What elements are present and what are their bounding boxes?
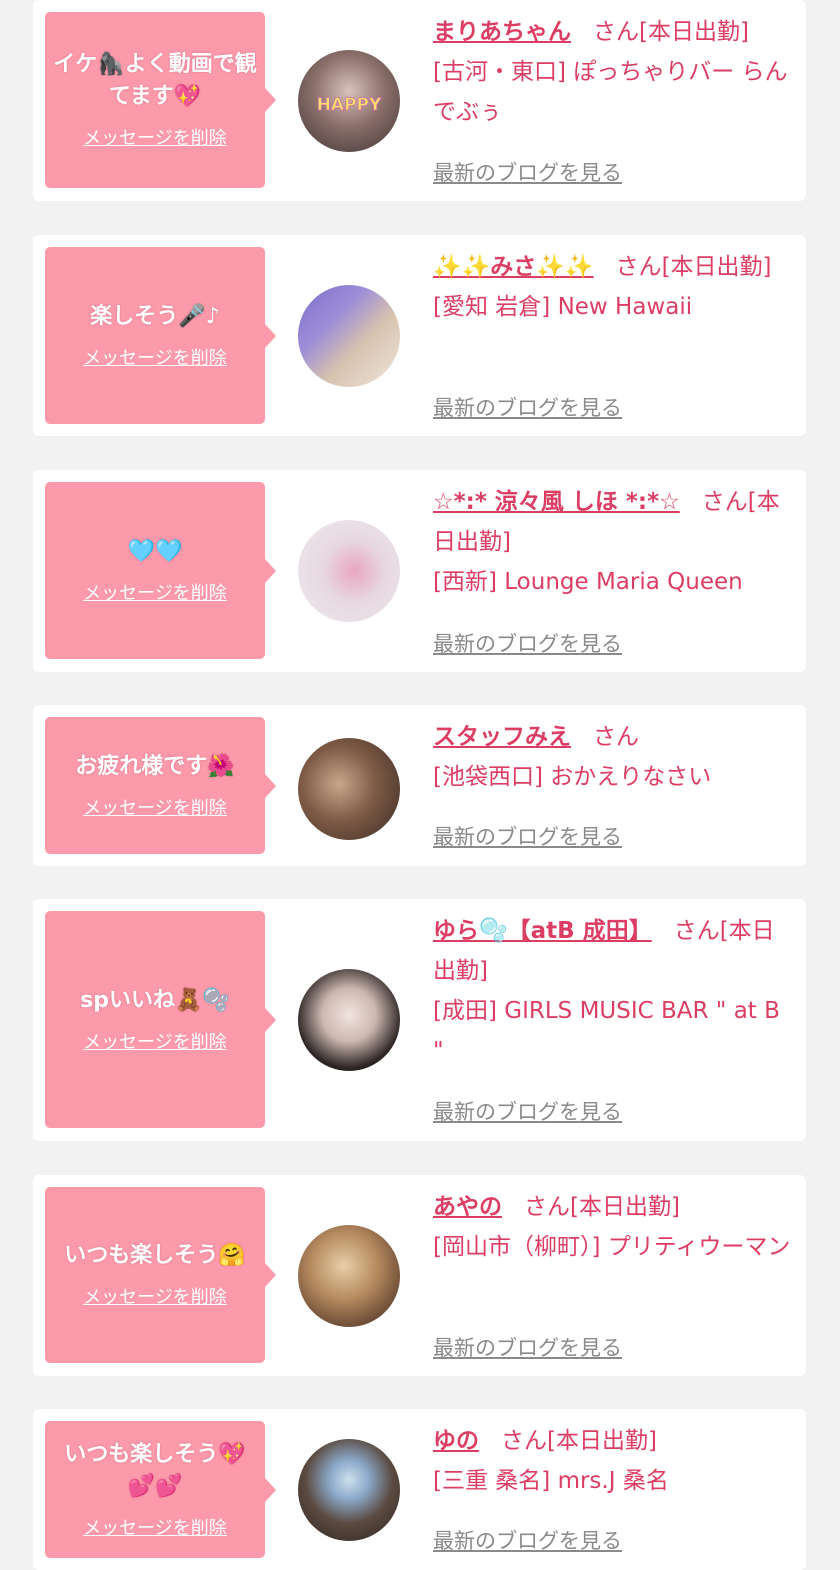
shop-info: [三重 桑名] mrs.J 桑名 — [433, 1468, 669, 1494]
shop-info: [岡山市（柳町）] プリティウーマン — [433, 1234, 791, 1260]
message-text: いつも楽しそう🤗 — [64, 1243, 246, 1268]
cast-status: さん[本日出勤] — [524, 1194, 680, 1220]
latest-blog-link[interactable]: 最新のブログを見る — [433, 1332, 622, 1362]
message-bubble: 🩵🩵 メッセージを削除 — [45, 482, 276, 659]
avatar[interactable] — [298, 1439, 400, 1541]
happy-badge-icon: HAPPY — [316, 95, 382, 116]
message-bubble: いつも楽しそう💖💕💕 メッセージを削除 — [45, 1421, 276, 1558]
message-card: 🩵🩵 メッセージを削除 ☆*:* 涼々風 しほ *:*☆ さん[本日出勤] [西新… — [33, 470, 806, 672]
cast-info: ゆら🫧【atB 成田】 さん[本日出勤] [成田] GIRLS MUSIC BAR… — [433, 911, 795, 1071]
message-bubble: spいいね🧸🫧 メッセージを削除 — [45, 911, 276, 1128]
shop-info: [古河・東口] ぽっちゃりバー らんでぶぅ — [433, 59, 788, 125]
latest-blog-link[interactable]: 最新のブログを見る — [433, 1096, 622, 1126]
message-card: いつも楽しそう💖💕💕 メッセージを削除 ゆの さん[本日出勤] [三重 桑名] m… — [33, 1409, 806, 1570]
message-card: いつも楽しそう🤗 メッセージを削除 あやの さん[本日出勤] [岡山市（柳町）] … — [33, 1175, 806, 1376]
cast-name-link[interactable]: あやの — [433, 1194, 502, 1220]
latest-blog-link[interactable]: 最新のブログを見る — [433, 628, 622, 658]
cast-info: ☆*:* 涼々風 しほ *:*☆ さん[本日出勤] [西新] Lounge Mar… — [433, 482, 795, 602]
cast-status: さん — [593, 724, 639, 750]
avatar[interactable] — [298, 520, 400, 622]
avatar[interactable] — [298, 738, 400, 840]
avatar[interactable] — [298, 285, 400, 387]
latest-blog-link[interactable]: 最新のブログを見る — [433, 392, 622, 422]
message-bubble: お疲れ様です🌺 メッセージを削除 — [45, 717, 276, 854]
cast-name-link[interactable]: ゆら🫧【atB 成田】 — [433, 918, 652, 944]
message-bubble: いつも楽しそう🤗 メッセージを削除 — [45, 1187, 276, 1363]
cast-status: さん[本日出勤] — [593, 19, 749, 45]
message-text: イケ🦍よく動画で観てます💖 — [53, 52, 257, 109]
cast-name-link[interactable]: ☆*:* 涼々風 しほ *:*☆ — [433, 489, 680, 515]
delete-message-link[interactable]: メッセージを削除 — [83, 797, 227, 821]
shop-info: [西新] Lounge Maria Queen — [433, 569, 743, 595]
message-text: 🩵🩵 — [127, 538, 183, 564]
message-text: お疲れ様です🌺 — [75, 753, 235, 779]
cast-info: ゆの さん[本日出勤] [三重 桑名] mrs.J 桑名 — [433, 1421, 795, 1501]
message-card: 楽しそう🎤♪ メッセージを削除 ✨✨みさ✨✨ さん[本日出勤] [愛知 岩倉] N… — [33, 235, 806, 436]
shop-info: [池袋西口] おかえりなさい — [433, 764, 712, 790]
message-card: spいいね🧸🫧 メッセージを削除 ゆら🫧【atB 成田】 さん[本日出勤] [成田… — [33, 899, 806, 1141]
delete-message-link[interactable]: メッセージを削除 — [83, 582, 227, 606]
latest-blog-link[interactable]: 最新のブログを見る — [433, 1525, 622, 1555]
cast-name-link[interactable]: スタッフみえ — [433, 724, 571, 750]
delete-message-link[interactable]: メッセージを削除 — [83, 1286, 227, 1310]
message-card: お疲れ様です🌺 メッセージを削除 スタッフみえ さん [池袋西口] おかえりなさい… — [33, 705, 806, 866]
message-text: いつも楽しそう💖💕💕 — [64, 1441, 246, 1499]
shop-info: [成田] GIRLS MUSIC BAR " at B " — [433, 998, 780, 1064]
message-bubble: 楽しそう🎤♪ メッセージを削除 — [45, 247, 276, 424]
message-text: 楽しそう🎤♪ — [90, 303, 220, 329]
delete-message-link[interactable]: メッセージを削除 — [83, 127, 227, 151]
avatar[interactable]: HAPPY — [298, 50, 400, 152]
latest-blog-link[interactable]: 最新のブログを見る — [433, 821, 622, 851]
svg-text:HAPPY: HAPPY — [317, 95, 382, 115]
cast-info: ✨✨みさ✨✨ さん[本日出勤] [愛知 岩倉] New Hawaii — [433, 247, 795, 327]
cast-info: まりあちゃん さん[本日出勤] [古河・東口] ぽっちゃりバー らんでぶぅ — [433, 12, 795, 132]
cast-status: さん[本日出勤] — [615, 254, 772, 280]
message-bubble: イケ🦍よく動画で観てます💖 メッセージを削除 — [45, 12, 276, 188]
cast-name-link[interactable]: ゆの — [433, 1428, 479, 1454]
delete-message-link[interactable]: メッセージを削除 — [83, 1031, 227, 1055]
avatar[interactable] — [298, 969, 400, 1071]
cast-status: さん[本日出勤] — [501, 1428, 657, 1454]
message-card: イケ🦍よく動画で観てます💖 メッセージを削除 HAPPY まりあちゃん さん[本日… — [33, 0, 806, 201]
avatar[interactable] — [298, 1225, 400, 1327]
cast-name-link[interactable]: ✨✨みさ✨✨ — [433, 254, 594, 280]
cast-name-link[interactable]: まりあちゃん — [433, 19, 571, 45]
delete-message-link[interactable]: メッセージを削除 — [83, 1517, 227, 1541]
shop-info: [愛知 岩倉] New Hawaii — [433, 294, 693, 320]
cast-info: あやの さん[本日出勤] [岡山市（柳町）] プリティウーマン — [433, 1187, 795, 1267]
cast-info: スタッフみえ さん [池袋西口] おかえりなさい — [433, 717, 795, 797]
delete-message-link[interactable]: メッセージを削除 — [83, 347, 227, 371]
latest-blog-link[interactable]: 最新のブログを見る — [433, 157, 622, 187]
message-text: spいいね🧸🫧 — [80, 987, 230, 1013]
